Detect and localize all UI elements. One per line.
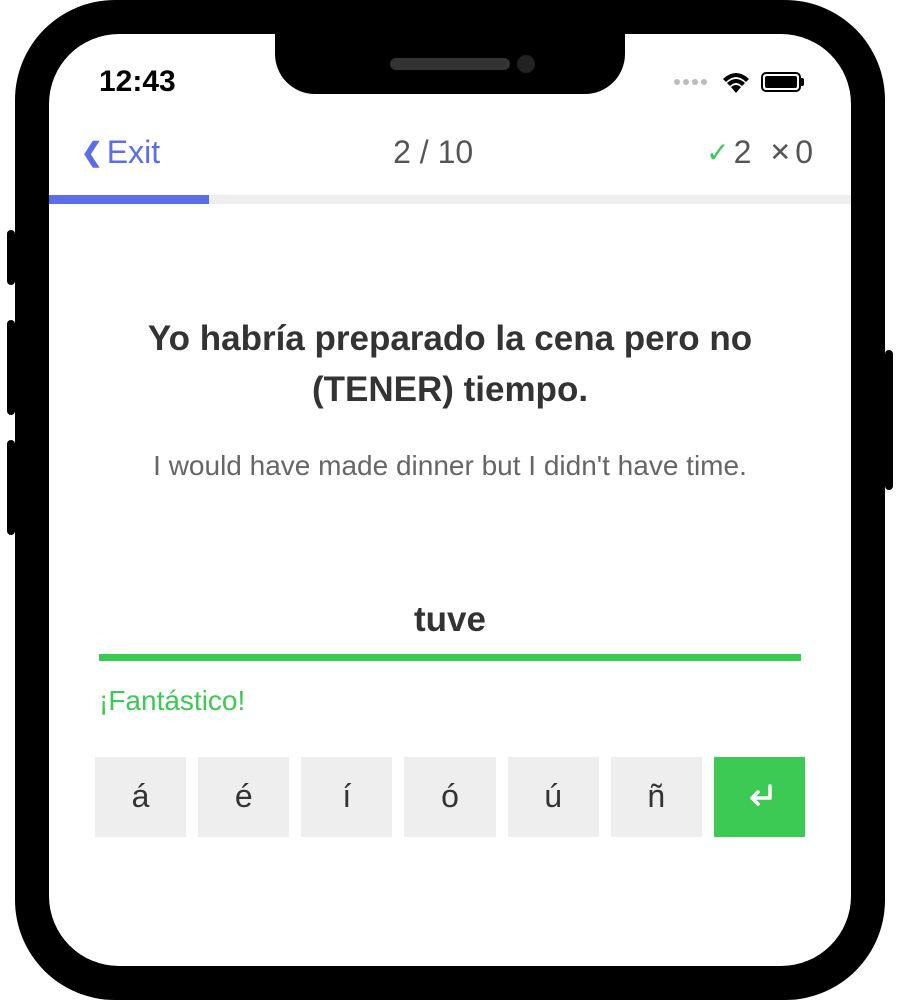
battery-icon: [761, 72, 801, 92]
enter-key[interactable]: [714, 757, 805, 837]
volume-up-button: [7, 320, 15, 415]
speaker: [390, 58, 510, 70]
score-correct: ✓ 2: [706, 134, 751, 171]
status-time: 12:43: [99, 65, 176, 99]
power-button: [885, 350, 893, 490]
enter-icon: [742, 782, 776, 812]
accent-key-i[interactable]: í: [301, 757, 392, 837]
wrong-count: 0: [795, 134, 813, 171]
volume-down-button: [7, 440, 15, 535]
status-icons: [674, 71, 801, 93]
wifi-icon: [721, 71, 751, 93]
x-icon: ✕: [769, 137, 791, 168]
exit-button[interactable]: ❮ Exit: [81, 134, 160, 171]
accent-keyboard: á é í ó ú ñ: [49, 717, 851, 837]
mute-switch: [7, 230, 15, 285]
feedback-text: ¡Fantástico!: [99, 685, 801, 717]
progress-counter: 2 / 10: [393, 134, 473, 171]
score-wrong: ✕ 0: [769, 134, 813, 171]
accent-key-o[interactable]: ó: [404, 757, 495, 837]
phone-inner: 12:43: [43, 28, 857, 972]
camera: [517, 55, 535, 73]
question-translation: I would have made dinner but I didn't ha…: [99, 446, 801, 485]
content: Yo habría preparado la cena pero no (TEN…: [49, 204, 851, 485]
phone-frame: 12:43: [15, 0, 885, 1000]
question-prompt: Yo habría preparado la cena pero no (TEN…: [99, 314, 801, 416]
score: ✓ 2 ✕ 0: [706, 134, 813, 171]
progress-bar: [49, 195, 851, 204]
answer-section: tuve ¡Fantástico!: [49, 600, 851, 717]
notch: [275, 34, 625, 94]
answer-input[interactable]: tuve: [99, 600, 801, 661]
accent-key-n[interactable]: ñ: [611, 757, 702, 837]
exit-label: Exit: [107, 134, 160, 171]
nav-bar: ❮ Exit 2 / 10 ✓ 2 ✕ 0: [49, 114, 851, 195]
signal-dots-icon: [674, 79, 707, 85]
accent-key-a[interactable]: á: [95, 757, 186, 837]
accent-key-u[interactable]: ú: [508, 757, 599, 837]
correct-count: 2: [734, 134, 752, 171]
accent-key-e[interactable]: é: [198, 757, 289, 837]
chevron-left-icon: ❮: [81, 137, 103, 168]
check-icon: ✓: [706, 136, 729, 169]
progress-fill: [49, 195, 209, 204]
screen: 12:43: [49, 34, 851, 966]
